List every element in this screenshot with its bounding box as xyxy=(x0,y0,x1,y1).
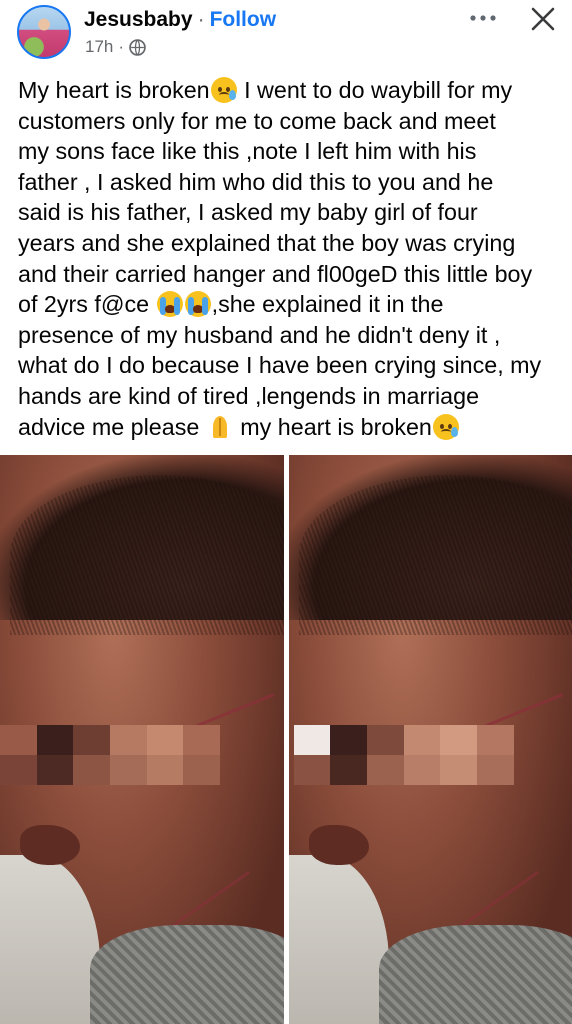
text-line: what do I do because I have been crying … xyxy=(18,352,542,379)
praying-hands-emoji-icon xyxy=(207,414,233,440)
text-segment: I went to do waybill for my xyxy=(237,77,513,103)
text-segment: of 2yrs f@ce xyxy=(18,291,156,318)
author-row: Jesusbaby · Follow xyxy=(84,6,276,34)
post-photo-2[interactable] xyxy=(288,455,572,1024)
author-name[interactable]: Jesusbaby xyxy=(84,8,193,32)
text-line: and their carried hanger and fl00geD thi… xyxy=(18,260,533,287)
text-segment: my heart is broken xyxy=(233,413,432,440)
more-options-button[interactable] xyxy=(466,5,500,31)
photo-grid xyxy=(0,455,572,1024)
more-options-icon xyxy=(470,15,496,21)
text-line: customers only for me to come back and m… xyxy=(18,107,496,134)
post-photo-1[interactable] xyxy=(0,455,284,1024)
sad-tear-emoji-icon xyxy=(210,77,237,103)
pixelated-blur xyxy=(293,725,514,785)
post-header: Jesusbaby · Follow 17h · xyxy=(0,0,572,68)
name-separator: · xyxy=(197,8,205,31)
text-line: My heart is broken I went to do waybill … xyxy=(18,75,563,106)
avatar[interactable] xyxy=(17,5,71,59)
text-line: presence of my husband and he didn't den… xyxy=(18,321,501,348)
text-segment: ,she explained it in the xyxy=(211,291,444,318)
post-text: My heart is broken I went to do waybill … xyxy=(18,75,563,442)
globe-icon xyxy=(129,38,146,56)
close-icon xyxy=(531,7,555,31)
post-meta: 17h · xyxy=(85,37,146,57)
text-line: advice me please my heart is broken xyxy=(18,412,563,443)
crying-emoji-icon xyxy=(184,291,211,318)
post-time[interactable]: 17h xyxy=(85,37,113,57)
text-line: hands are kind of tired ,lengends in mar… xyxy=(18,382,480,409)
sad-tear-emoji-icon xyxy=(432,413,459,440)
follow-button[interactable]: Follow xyxy=(210,8,277,32)
crying-emoji-icon xyxy=(156,291,183,318)
text-line: my sons face like this ,note I left him … xyxy=(18,138,477,165)
pixelated-blur xyxy=(0,725,220,785)
text-line: father , I asked him who did this to you… xyxy=(18,168,494,195)
text-line: years and she explained that the boy was… xyxy=(18,229,516,256)
text-line: said is his father, I asked my baby girl… xyxy=(18,199,478,226)
close-button[interactable] xyxy=(527,3,559,35)
meta-separator: · xyxy=(118,37,125,56)
text-segment: advice me please xyxy=(18,413,206,440)
text-line: of 2yrs f@ce ,she explained it in the xyxy=(18,289,563,320)
text-segment: My heart is broken xyxy=(18,77,210,103)
